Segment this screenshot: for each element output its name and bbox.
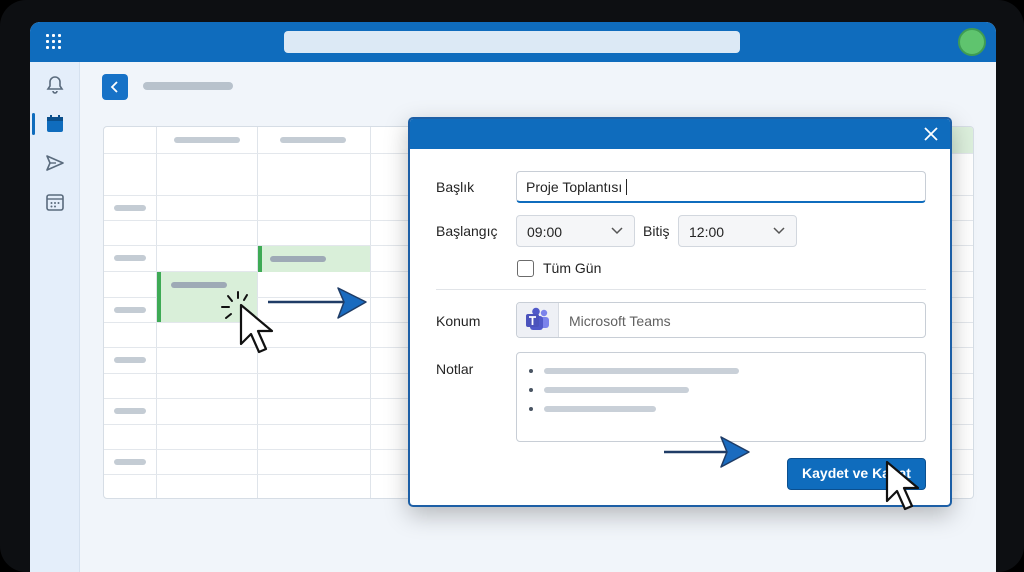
location-value: Microsoft Teams [569, 313, 671, 329]
list-bullet [529, 369, 533, 373]
title-input[interactable]: Proje Toplantısı [516, 171, 926, 203]
end-label: Bitiş [643, 223, 670, 239]
end-time-select[interactable]: 12:00 [678, 215, 797, 247]
end-time-value: 12:00 [689, 224, 725, 240]
notes-line [544, 387, 689, 393]
time-label [114, 357, 146, 363]
notes-label: Notlar [436, 361, 474, 377]
calendar-event-selected[interactable] [157, 272, 257, 322]
calendar-icon[interactable] [44, 113, 66, 135]
avatar[interactable] [958, 28, 986, 56]
event-dialog: Başlık Proje Toplantısı Başlangıç 09:00 … [408, 117, 952, 507]
divider [436, 289, 926, 290]
grid-icon[interactable] [46, 34, 62, 50]
list-bullet [529, 407, 533, 411]
back-button[interactable] [102, 74, 128, 100]
notes-line [544, 406, 656, 412]
start-label: Başlangıç [436, 223, 498, 239]
time-label [114, 307, 146, 313]
title-label: Başlık [436, 179, 475, 195]
teams-icon [517, 303, 559, 337]
day-header [174, 137, 240, 143]
time-label [114, 408, 146, 414]
location-label: Konum [436, 313, 481, 329]
send-icon[interactable] [44, 152, 66, 174]
search-input[interactable] [284, 31, 740, 53]
notes-line [544, 368, 739, 374]
chevron-down-icon [611, 227, 623, 235]
device-frame: Başlık Proje Toplantısı Başlangıç 09:00 … [0, 0, 1024, 572]
bell-icon[interactable] [44, 74, 66, 96]
sidebar-active-indicator [32, 113, 35, 135]
location-input[interactable]: Microsoft Teams [516, 302, 926, 338]
top-bar [30, 22, 996, 62]
text-caret [626, 179, 628, 195]
time-label [114, 255, 146, 261]
sidebar [30, 62, 80, 572]
notes-textarea[interactable] [516, 352, 926, 442]
time-label [114, 459, 146, 465]
start-time-select[interactable]: 09:00 [516, 215, 635, 247]
list-bullet [529, 388, 533, 392]
day-header [280, 137, 346, 143]
title-value: Proje Toplantısı [526, 179, 623, 195]
calendar-event[interactable] [258, 246, 370, 272]
all-day-label: Tüm Gün [543, 260, 602, 276]
time-label [114, 205, 146, 211]
save-and-close-button[interactable]: Kaydet ve Kapat [787, 458, 926, 490]
chevron-left-icon [110, 81, 118, 93]
all-day-checkbox[interactable] [517, 260, 534, 277]
app-window: Başlık Proje Toplantısı Başlangıç 09:00 … [30, 22, 996, 572]
start-time-value: 09:00 [527, 224, 563, 240]
chevron-down-icon [773, 227, 785, 235]
close-icon[interactable] [922, 125, 940, 143]
calendar-grid-icon[interactable] [44, 191, 66, 213]
page-title-placeholder [143, 82, 233, 90]
dialog-header [410, 119, 950, 149]
